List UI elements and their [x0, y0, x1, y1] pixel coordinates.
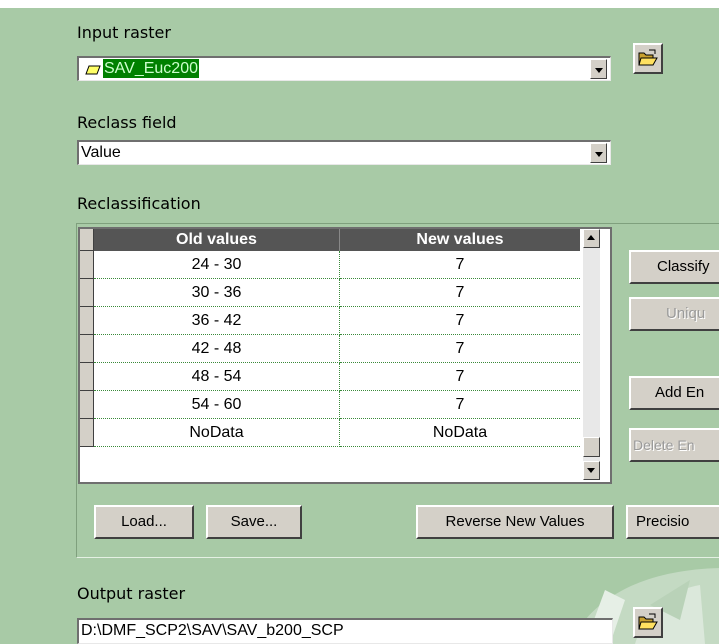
scroll-down-arrow-icon[interactable] [583, 461, 600, 480]
row-selector[interactable] [80, 251, 94, 279]
output-raster-value: D:\DMF_SCP2\SAV\SAV_b200_SCP [81, 622, 344, 639]
row-selector[interactable] [80, 307, 94, 335]
new-value-cell[interactable]: 7 [340, 335, 580, 363]
output-raster-label: Output raster [77, 584, 186, 603]
input-raster-dropdown-button[interactable] [590, 59, 607, 79]
unique-button[interactable]: Uniqu [629, 297, 719, 331]
output-raster-browse-button[interactable] [633, 607, 663, 638]
reverse-new-values-button[interactable]: Reverse New Values [416, 505, 614, 539]
output-raster-field[interactable]: D:\DMF_SCP2\SAV\SAV_b200_SCP [77, 618, 613, 644]
old-value-cell[interactable]: 42 - 48 [94, 335, 340, 363]
new-value-cell[interactable]: NoData [340, 419, 580, 447]
delete-entry-button[interactable]: Delete En [629, 428, 719, 462]
header-row-selector [80, 229, 94, 251]
column-header-old-values[interactable]: Old values [94, 229, 340, 251]
row-selector[interactable] [80, 391, 94, 419]
row-selector[interactable] [80, 279, 94, 307]
input-raster-combo[interactable]: SAV_Euc200 [77, 56, 611, 81]
old-value-cell[interactable]: NoData [94, 419, 340, 447]
input-raster-value: SAV_Euc200 [103, 59, 199, 78]
load-button[interactable]: Load... [94, 505, 194, 539]
table-row[interactable]: 54 - 60 7 [94, 391, 580, 419]
row-selector[interactable] [80, 419, 94, 447]
scroll-track[interactable] [583, 248, 600, 460]
add-entry-button[interactable]: Add En [629, 376, 719, 410]
table-row[interactable]: 24 - 30 7 [94, 251, 580, 279]
new-value-cell[interactable]: 7 [340, 391, 580, 419]
classify-button[interactable]: Classify [629, 250, 719, 284]
reclassification-label: Reclassification [77, 194, 201, 213]
scroll-up-arrow-icon[interactable] [583, 229, 600, 248]
table-vertical-scrollbar[interactable] [583, 229, 600, 480]
old-value-cell[interactable]: 36 - 42 [94, 307, 340, 335]
reclass-field-combo[interactable]: Value [77, 140, 611, 165]
old-value-cell[interactable]: 30 - 36 [94, 279, 340, 307]
row-selector[interactable] [80, 335, 94, 363]
new-value-cell[interactable]: 7 [340, 251, 580, 279]
reclass-field-value: Value [81, 144, 121, 161]
new-value-cell[interactable]: 7 [340, 363, 580, 391]
scroll-thumb[interactable] [583, 437, 600, 457]
reclassification-table[interactable]: Old values New values 24 - 30 7 30 - 36 … [78, 227, 612, 484]
reclass-field-dropdown-button[interactable] [590, 143, 607, 163]
table-row[interactable]: 36 - 42 7 [94, 307, 580, 335]
raster-layer-icon [85, 63, 101, 81]
table-row[interactable]: 30 - 36 7 [94, 279, 580, 307]
input-raster-browse-button[interactable] [633, 43, 663, 74]
table-row[interactable]: 48 - 54 7 [94, 363, 580, 391]
top-border [0, 0, 719, 8]
table-row[interactable]: NoData NoData [94, 419, 580, 447]
table-header: Old values New values [80, 229, 580, 251]
row-selector[interactable] [80, 363, 94, 391]
input-raster-label: Input raster [77, 23, 171, 42]
precision-button[interactable]: Precisio [626, 505, 719, 539]
old-value-cell[interactable]: 48 - 54 [94, 363, 340, 391]
table-row[interactable]: 42 - 48 7 [94, 335, 580, 363]
save-button[interactable]: Save... [206, 505, 302, 539]
old-value-cell[interactable]: 24 - 30 [94, 251, 340, 279]
reclass-field-label: Reclass field [77, 113, 177, 132]
new-value-cell[interactable]: 7 [340, 307, 580, 335]
new-value-cell[interactable]: 7 [340, 279, 580, 307]
column-header-new-values[interactable]: New values [340, 229, 580, 251]
old-value-cell[interactable]: 54 - 60 [94, 391, 340, 419]
